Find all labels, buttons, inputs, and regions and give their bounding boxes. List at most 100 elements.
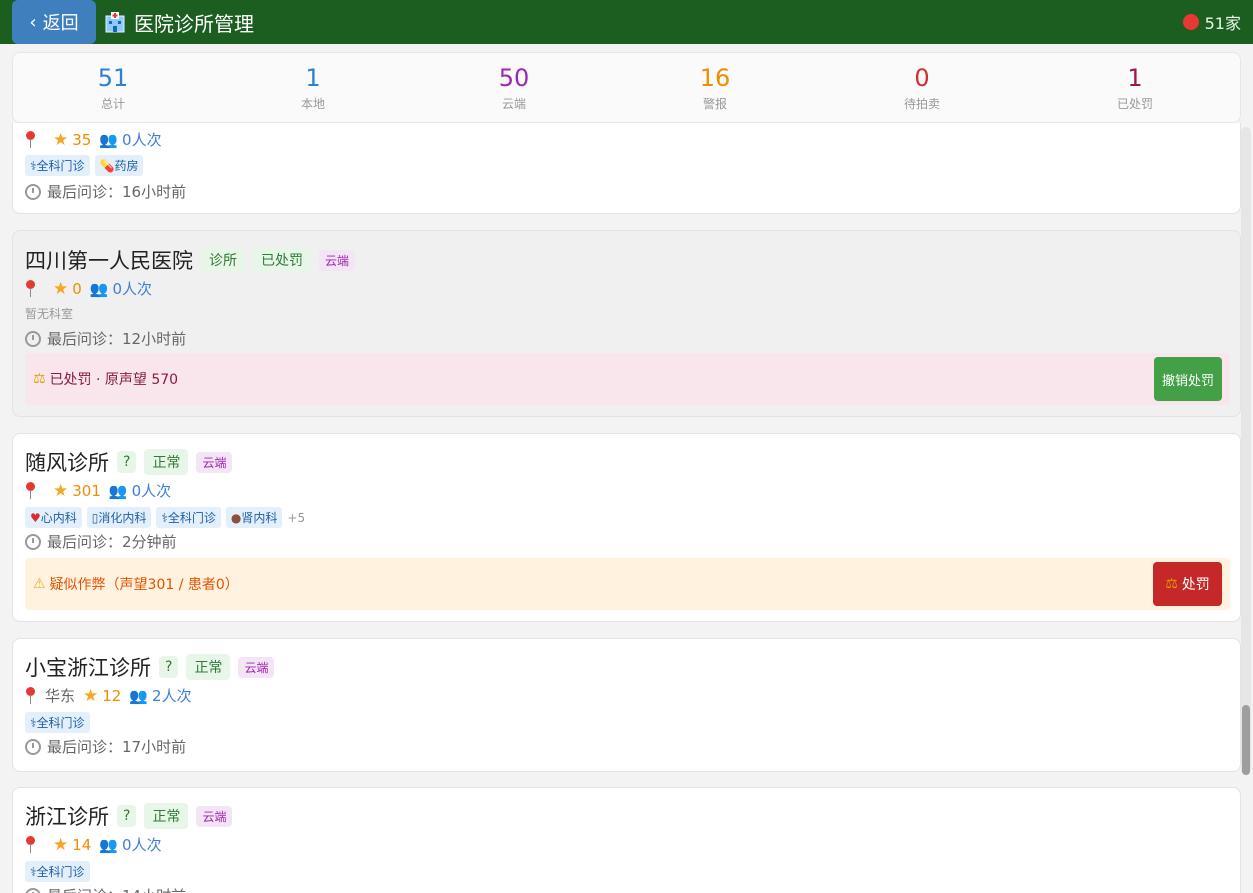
department-list: ♥心内科 ▯消化内科 ⚕全科门诊 ●肾内科 +5: [25, 507, 305, 528]
clinic-reputation: 0: [72, 279, 82, 298]
last-visit: 最后问诊：16小时前: [25, 181, 186, 202]
department-tag: ♥心内科: [25, 507, 82, 528]
cloud-badge: 云端: [196, 451, 233, 473]
type-badge: 诊所: [201, 247, 245, 273]
stat-total[interactable]: 51 总计: [53, 53, 173, 112]
location-pin-icon: [25, 686, 35, 705]
last-visit: 最后问诊：12小时前: [25, 328, 186, 349]
punish-button-label: 处罚: [1181, 577, 1210, 593]
stat-label: 待拍卖: [903, 97, 940, 111]
clock-icon: [25, 533, 41, 550]
stat-punished[interactable]: 1 已处罚: [1075, 53, 1195, 112]
top-bar: ‹ 返回 医院诊所管理 51家: [0, 0, 1253, 44]
cloud-badge: 云端: [196, 805, 233, 827]
revoke-punishment-button[interactable]: 撤销处罚: [1154, 357, 1222, 401]
last-visit: 最后问诊：14小时前: [25, 885, 186, 893]
punish-button[interactable]: ⚖ 处罚: [1153, 562, 1222, 606]
clinic-meta: ★ 35 👥 0人次: [25, 129, 162, 150]
clock-icon: [25, 887, 41, 893]
last-visit-text: 最后问诊：17小时前: [47, 738, 187, 756]
clinic-list[interactable]: ★ 35 👥 0人次 ⚕全科门诊 💊药房 最后问诊：16小时前 四川第一人民医院…: [0, 123, 1253, 893]
clinic-card[interactable]: 随风诊所 ? 正常 云端 ★ 301 👥 0人次 ♥心内科 ▯消化内科 ⚕全科门…: [12, 433, 1241, 622]
clinic-meta: ★ 301 👥 0人次: [25, 480, 171, 501]
clock-icon: [25, 330, 41, 347]
clinic-card[interactable]: 浙江诊所 ? 正常 云端 ★ 14 👥 0人次 ⚕全科门诊 最后问诊：14小时前: [12, 787, 1241, 893]
stat-alerts[interactable]: 16 警报: [655, 53, 775, 112]
star-icon: ★: [53, 834, 69, 855]
clinic-patients: 0人次: [122, 131, 162, 149]
department-tag: ▯消化内科: [86, 507, 152, 528]
location-pin-icon: [25, 279, 35, 298]
back-label: 返回: [42, 13, 79, 34]
clock-icon: [25, 738, 41, 755]
clinic-region: 华东: [45, 687, 76, 705]
last-visit-text: 最后问诊：16小时前: [47, 183, 187, 201]
star-icon: ★: [53, 480, 69, 501]
stat-value: 1: [305, 64, 321, 92]
stat-local[interactable]: 1 本地: [253, 53, 373, 112]
stat-cloud[interactable]: 50 云端: [454, 53, 574, 112]
clinic-patients: 0人次: [122, 836, 162, 854]
location-pin-icon: [25, 835, 35, 854]
status-badge: 正常: [186, 654, 231, 680]
back-button[interactable]: ‹ 返回: [12, 0, 96, 44]
last-visit-text: 最后问诊：14小时前: [47, 885, 186, 893]
stat-label: 已处罚: [1116, 97, 1153, 111]
clinic-name: 随风诊所: [25, 451, 109, 475]
cheating-alert-text: 疑似作弊（声望301 / 患者0）: [49, 577, 239, 593]
scrollbar-thumb[interactable]: [1242, 705, 1250, 775]
stats-panel: 51 总计 1 本地 50 云端 16 警报 0 待拍卖 1 已处罚: [12, 52, 1241, 123]
clinic-title-row: 浙江诊所 ? 正常 云端: [25, 801, 240, 831]
stat-value: 51: [97, 64, 129, 92]
clinic-reputation: 12: [102, 686, 122, 705]
clinic-patients: 2人次: [152, 687, 192, 705]
department-list: ⚕全科门诊: [25, 861, 95, 882]
clinic-card[interactable]: 小宝浙江诊所 ? 正常 云端 华东 ★ 12 👥 2人次 ⚕全科门诊 最后问诊：…: [12, 638, 1241, 772]
page-title: 医院诊所管理: [134, 11, 254, 36]
department-list: ⚕全科门诊: [25, 712, 95, 733]
people-icon: 👥: [99, 835, 119, 854]
clinic-title-row: 随风诊所 ? 正常 云端: [25, 447, 240, 477]
department-tag: ⚕全科门诊: [156, 507, 221, 528]
cheating-alert-banner: ⚠ 疑似作弊（声望301 / 患者0） ⚖ 处罚: [25, 558, 1230, 610]
clinic-title-row: 小宝浙江诊所 ? 正常 云端: [25, 652, 282, 682]
clinic-patients: 0人次: [131, 482, 172, 500]
punished-banner: ⚖ 已处罚 · 原声望 570 撤销处罚: [25, 353, 1230, 405]
last-visit: 最后问诊：17小时前: [25, 736, 186, 757]
star-icon: ★: [83, 685, 99, 706]
department-list: ⚕全科门诊 💊药房: [25, 155, 148, 176]
status-dot-icon: [1182, 14, 1199, 30]
clinic-count: 51家: [1182, 0, 1241, 44]
star-icon: ★: [53, 278, 69, 299]
people-icon: 👥: [108, 481, 128, 500]
list-scrollbar[interactable]: [1241, 127, 1251, 775]
more-departments[interactable]: +5: [287, 511, 305, 525]
punished-banner-text: 已处罚 · 原声望 570: [49, 372, 179, 388]
clock-icon: [25, 183, 41, 200]
last-visit-text: 最后问诊：12小时前: [47, 330, 187, 348]
warning-icon: ⚠: [33, 576, 46, 592]
clinic-meta: 华东 ★ 12 👥 2人次: [25, 685, 192, 706]
status-badge: 正常: [144, 449, 189, 475]
status-badge: 正常: [144, 803, 189, 829]
unknown-type-badge: ?: [117, 451, 137, 473]
clinic-meta: ★ 0 👥 0人次: [25, 278, 152, 299]
clinic-card[interactable]: 四川第一人民医院 诊所 已处罚 云端 ★ 0 👥 0人次 暂无科室 最后问诊：1…: [12, 230, 1241, 417]
scale-icon: ⚖: [33, 371, 46, 387]
stat-value: 50: [498, 64, 530, 92]
cloud-badge: 云端: [238, 656, 275, 678]
clinic-card[interactable]: ★ 35 👥 0人次 ⚕全科门诊 💊药房 最后问诊：16小时前: [12, 123, 1241, 214]
clinic-patients: 0人次: [112, 280, 153, 298]
status-badge: 已处罚: [253, 247, 311, 273]
clinic-name: 浙江诊所: [25, 805, 109, 829]
clinic-title-row: 四川第一人民医院 诊所 已处罚 云端: [25, 245, 363, 275]
page-title-wrap: 医院诊所管理: [104, 0, 254, 44]
hospital-icon: [105, 12, 125, 33]
location-pin-icon: [25, 481, 35, 500]
department-tag: ⚕全科门诊: [25, 155, 90, 176]
stat-pending-auction[interactable]: 0 待拍卖: [862, 53, 982, 112]
unknown-type-badge: ?: [159, 656, 179, 678]
department-tag: ⚕全科门诊: [25, 861, 90, 882]
department-tag: ●肾内科: [225, 507, 283, 528]
department-tag: ⚕全科门诊: [25, 712, 90, 733]
